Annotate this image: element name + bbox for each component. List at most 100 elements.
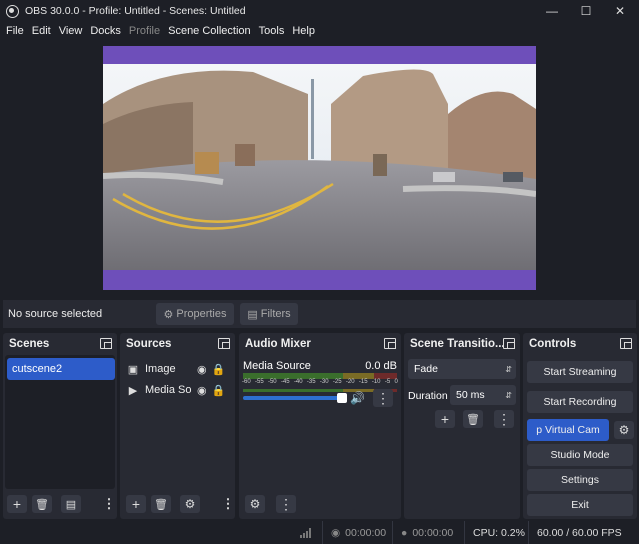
properties-label: Properties xyxy=(176,308,227,320)
fps-indicator: 60.00 / 60.00 FPS xyxy=(528,521,639,544)
window-title: OBS 30.0.0 - Profile: Untitled - Scenes:… xyxy=(25,5,246,17)
start-streaming-button[interactable]: Start Streaming xyxy=(527,361,633,383)
trash-icon: 🗑 xyxy=(154,498,168,511)
status-bar: ◉ 00:00:00 ● 00:00:00 CPU: 0.2% 60.00 / … xyxy=(0,521,639,544)
channel-level: 0.0 dB xyxy=(365,360,397,372)
controls-title: Controls xyxy=(529,338,577,350)
audio-mixer-title: Audio Mixer xyxy=(245,338,311,350)
sources-title: Sources xyxy=(126,338,172,350)
meter-tick-label: -55 xyxy=(254,379,264,385)
source-item[interactable]: ▣ Image ◉ 🔒 xyxy=(126,359,232,379)
trash-icon: 🗑 xyxy=(466,413,480,426)
filter-icon: ▤ xyxy=(247,308,258,321)
meter-tick-label: -15 xyxy=(358,379,368,385)
gear-icon: ⚙ xyxy=(618,423,630,437)
volume-slider-handle[interactable] xyxy=(337,393,347,403)
meter-tick-label: -40 xyxy=(293,379,303,385)
image-icon: ▣ xyxy=(127,363,139,376)
meter-tick-label: -10 xyxy=(371,379,381,385)
lock-icon[interactable]: 🔒 xyxy=(212,384,226,397)
lock-icon[interactable]: 🔒 xyxy=(212,363,226,376)
cpu-usage: CPU: 0.2% xyxy=(464,521,526,544)
play-icon: ▶ xyxy=(128,384,138,397)
virtual-cam-button[interactable]: p Virtual Cam xyxy=(527,419,609,441)
meter-tick-label: -30 xyxy=(319,379,329,385)
properties-button[interactable]: ⚙ Properties xyxy=(156,303,234,325)
menu-view[interactable]: View xyxy=(55,25,87,37)
remove-scene-button[interactable]: 🗑 xyxy=(32,495,52,513)
duration-value: 50 ms xyxy=(456,389,485,401)
virtual-cam-settings-button[interactable]: ⚙ xyxy=(614,421,634,439)
trash-icon: 🗑 xyxy=(35,498,49,511)
channel-header: Media Source 0.0 dB xyxy=(243,360,397,372)
duration-spinbox[interactable]: 50 ms ⇵ xyxy=(450,385,516,405)
menu-profile[interactable]: Profile xyxy=(125,25,164,37)
remove-source-button[interactable]: 🗑 xyxy=(151,495,171,513)
program-canvas[interactable] xyxy=(103,46,536,290)
filters-button[interactable]: ▤ Filters xyxy=(240,303,298,325)
close-icon[interactable]: ✕ xyxy=(600,0,639,22)
source-name: Media Source xyxy=(145,384,192,396)
menu-help[interactable]: Help xyxy=(288,25,319,37)
record-time: 00:00:00 xyxy=(412,526,454,539)
start-recording-button[interactable]: Start Recording xyxy=(527,391,633,413)
remove-transition-button[interactable]: 🗑 xyxy=(463,410,483,428)
meter-tick-label: -20 xyxy=(345,379,355,385)
panorama-image xyxy=(103,64,536,270)
scene-item[interactable]: cutscene2 xyxy=(7,358,115,380)
stream-time: 00:00:00 xyxy=(345,526,387,539)
sources-dock: Sources ▣ Image ◉ 🔒 ▶ Media Source ◉ 🔒 +… xyxy=(120,333,235,519)
eye-icon[interactable]: ◉ xyxy=(197,363,207,376)
scenes-title: Scenes xyxy=(9,338,50,350)
speaker-icon[interactable]: 🔊 xyxy=(350,391,365,405)
meter-tick-label: 0 xyxy=(394,379,398,385)
controls-dock: Controls Start Streaming Start Recording… xyxy=(523,333,637,519)
source-name: Image xyxy=(145,363,176,375)
add-transition-button[interactable]: + xyxy=(435,410,455,428)
channel-menu-button[interactable]: ⋮ xyxy=(373,389,393,407)
volume-slider[interactable] xyxy=(243,396,343,400)
exit-button[interactable]: Exit xyxy=(527,494,633,516)
transitions-title: Scene Transitio... xyxy=(410,338,505,350)
transition-more-button[interactable]: ⋮ xyxy=(494,410,514,428)
no-source-label: No source selected xyxy=(8,308,103,320)
undock-icon[interactable] xyxy=(503,338,515,349)
more-icon[interactable]: ⋮ xyxy=(220,495,236,513)
studio-mode-button[interactable]: Studio Mode xyxy=(527,444,633,466)
record-timer: ● 00:00:00 xyxy=(392,521,462,544)
preview-area[interactable] xyxy=(0,40,639,296)
meter-tick-label: -35 xyxy=(306,379,316,385)
transition-select[interactable]: Fade ⇵ xyxy=(408,359,516,379)
chevron-up-down-icon: ⇵ xyxy=(505,364,512,374)
menu-scene-collection[interactable]: Scene Collection xyxy=(164,25,255,37)
menu-docks[interactable]: Docks xyxy=(86,25,125,37)
menu-tools[interactable]: Tools xyxy=(255,25,289,37)
meter-tick-label: -25 xyxy=(332,379,342,385)
source-toolbar: No source selected ⚙ Properties ▤ Filter… xyxy=(3,300,636,328)
undock-icon[interactable] xyxy=(384,338,396,349)
source-item[interactable]: ▶ Media Source ◉ 🔒 xyxy=(126,380,232,400)
add-scene-button[interactable]: + xyxy=(7,495,27,513)
undock-icon[interactable] xyxy=(620,338,632,349)
scene-filters-button[interactable]: ▤ xyxy=(61,495,81,513)
meter-tick-label: -50 xyxy=(267,379,277,385)
source-properties-button[interactable]: ⚙ xyxy=(180,495,200,513)
meter-tick-label: -60 xyxy=(242,379,251,385)
settings-button[interactable]: Settings xyxy=(527,469,633,491)
undock-icon[interactable] xyxy=(218,338,230,349)
gears-icon: ⚙ xyxy=(249,497,261,511)
stream-timer: ◉ 00:00:00 xyxy=(322,521,390,544)
undock-icon[interactable] xyxy=(100,338,112,349)
chevron-up-down-icon[interactable]: ⇵ xyxy=(505,391,512,400)
more-icon[interactable]: ⋮ xyxy=(101,495,117,513)
add-source-button[interactable]: + xyxy=(126,495,146,513)
filter-icon: ▤ xyxy=(65,498,77,511)
scenes-list[interactable]: cutscene2 xyxy=(5,355,115,489)
menu-file[interactable]: File xyxy=(2,25,28,37)
menu-edit[interactable]: Edit xyxy=(28,25,55,37)
audio-more-button[interactable]: ⋮ xyxy=(276,495,296,513)
eye-icon[interactable]: ◉ xyxy=(197,384,207,397)
audio-settings-button[interactable]: ⚙ xyxy=(245,495,265,513)
menu-bar: File Edit View Docks Profile Scene Colle… xyxy=(0,22,639,40)
signal-icon xyxy=(292,521,320,544)
